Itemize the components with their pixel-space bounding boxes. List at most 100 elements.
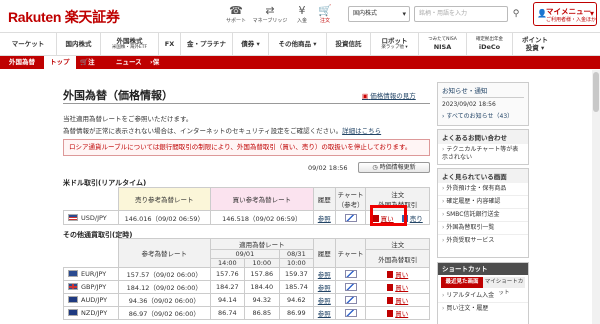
note-security: 為替情報が正常に表示されない場合は、インターネットのセキュリティ設定をご確認くだ…	[63, 127, 382, 135]
notice-all-link[interactable]: › すべてのお知らせ（43）	[438, 111, 528, 120]
order-label: 注文	[319, 18, 330, 24]
nav-item-market[interactable]: マーケット	[0, 33, 57, 55]
details-link[interactable]: 詳細はこちら	[342, 127, 381, 135]
mymenu-sub: ご利用者様・入金ほか	[546, 17, 597, 23]
chart-icon[interactable]	[344, 309, 357, 317]
applied-rate: 94.32	[243, 293, 280, 307]
nz-flag-icon	[68, 309, 78, 316]
pair-usdjpy: USD/JPY	[63, 210, 119, 225]
applied-rate: 94.62	[278, 293, 314, 307]
applied-rate: 86.99	[278, 306, 314, 320]
col-pair	[63, 238, 119, 268]
applied-rate: 86.85	[243, 306, 280, 320]
update-prices-button[interactable]: ◷ 時価情報更新	[358, 162, 430, 173]
table-row: GBP/JPY 184.12（09/02 06:00） 184.27 184.4…	[63, 280, 430, 294]
faq-item[interactable]: テクニカルチャート等が表示されない	[438, 144, 528, 164]
cart-icon: 🛒	[318, 4, 332, 17]
history-link[interactable]: 参照	[318, 271, 331, 279]
moneybridge-link[interactable]: ⇄ マネーブリッジ	[252, 4, 288, 24]
buy-button[interactable]: 買い	[387, 297, 408, 305]
search-input[interactable]: 銘柄・用語を入力	[414, 6, 508, 22]
buy-button-highlight	[370, 205, 407, 226]
nav-item-points[interactable]: ポイント 投資 ▾	[513, 33, 557, 55]
page-link[interactable]: 外貨預け金・保有商品	[438, 183, 528, 196]
nav-item-gold[interactable]: 金・プラチナ	[181, 33, 233, 55]
faq-box: よくあるお問い合わせ テクニカルチャート等が表示されない	[437, 129, 529, 165]
applied-rate: 184.27	[209, 280, 245, 294]
timestamp: 09/02 18:56	[308, 164, 348, 172]
buy-icon	[387, 310, 394, 317]
page-link[interactable]: 外国為替取引一覧	[438, 222, 528, 235]
page-scrollbar[interactable]	[592, 70, 600, 324]
shortcut-tabs: 最近見た画面 マイショートカット	[441, 277, 525, 296]
page-link[interactable]: SMBC信託銀行送金	[438, 209, 528, 222]
tab-recent[interactable]: 最近見た画面	[441, 277, 483, 288]
buy-button[interactable]: 買い	[387, 284, 408, 292]
nav-item-robo[interactable]: ロボット 楽ラップ他 ▾	[371, 33, 419, 55]
tab-holdings[interactable]: › 保有商品一覧	[150, 56, 159, 131]
tab-my-shortcut[interactable]: マイショートカット	[483, 277, 525, 296]
time-1400: 14:00	[209, 258, 245, 268]
history-link[interactable]: 参照	[318, 284, 331, 292]
ref-rate: 86.97（09/02 06:00）	[117, 306, 211, 320]
nav-item-funds[interactable]: 投資信託	[327, 33, 371, 55]
date-0831: 08/31	[278, 249, 314, 259]
tab-news[interactable]: ニュース	[116, 56, 142, 69]
col-sell-rate: 売り参考為替レート	[117, 187, 211, 211]
search-category-select[interactable]: 国内株式	[348, 6, 410, 22]
col-order: 注文	[365, 238, 430, 250]
col-pair	[63, 187, 119, 211]
nav-item-other[interactable]: その他商品 ▾	[269, 33, 327, 55]
nav-item-bonds[interactable]: 債券 ▾	[233, 33, 269, 55]
chart-icon[interactable]	[344, 213, 357, 222]
support-link[interactable]: ☎ サポート	[222, 4, 250, 24]
shortcut-box: ショートカット 最近見た画面 マイショートカット リアルタイム入金 買い注文・履…	[437, 262, 529, 324]
buy-button[interactable]: 買い	[387, 271, 408, 279]
page-title: 外国為替（価格情報）	[63, 89, 173, 102]
other-currency-table: 参考為替レート 適用為替レート 履歴 チャート 注文 09/01 08/31 外…	[63, 238, 430, 320]
ref-rate: 157.57（09/02 06:00）	[117, 267, 211, 281]
applied-rate: 94.14	[209, 293, 245, 307]
tab-order[interactable]: 🛒 注文	[80, 56, 95, 79]
headset-icon: ☎	[229, 4, 243, 17]
shortcut-item[interactable]: 買い注文・履歴	[438, 303, 528, 315]
buy-button[interactable]: 買い	[387, 310, 408, 318]
nav-item-nisa[interactable]: つみたてNISA NISA	[419, 33, 467, 55]
date-0901: 09/01	[209, 249, 280, 259]
nav-item-ideco[interactable]: 確定拠出年金 iDeCo	[467, 33, 513, 55]
col-ref-rate: 参考為替レート	[117, 238, 211, 268]
page-link[interactable]: 外貨受取サービス	[438, 235, 528, 247]
chart-icon[interactable]	[344, 296, 357, 304]
notice-title[interactable]: お知らせ・通知	[438, 83, 528, 97]
col-history: 履歴	[312, 187, 336, 211]
table-row: AUD/JPY 94.36（09/02 06:00） 94.14 94.32 9…	[63, 293, 430, 307]
us-flag-icon	[68, 213, 78, 221]
history-link[interactable]: 参照	[318, 215, 331, 223]
search-icon[interactable]: ⚲	[508, 6, 524, 22]
col-applied-rate: 適用為替レート	[209, 238, 314, 250]
nav-item-foreign-stock[interactable]: 外国株式 米国株・海外ETF	[101, 33, 159, 55]
history-link[interactable]: 参照	[318, 297, 331, 305]
applied-rate: 159.37	[278, 267, 314, 281]
history-link[interactable]: 参照	[318, 310, 331, 318]
nav-item-domestic-stock[interactable]: 国内株式	[57, 33, 101, 55]
page-link[interactable]: 確定履歴・内容確認	[438, 196, 528, 209]
time-1000-b: 10:00	[278, 258, 314, 268]
table-row: NZD/JPY 86.97（09/02 06:00） 86.74 86.85 8…	[63, 306, 430, 320]
col-history: 履歴	[312, 238, 336, 268]
shortcut-item[interactable]: リアルタイム入金	[438, 290, 528, 303]
nav-item-fx[interactable]: FX	[159, 33, 181, 55]
gb-flag-icon	[68, 283, 78, 290]
applied-rate: 157.86	[243, 267, 280, 281]
tab-top[interactable]: トップ	[44, 56, 76, 69]
time-1000-a: 10:00	[243, 258, 280, 268]
mymenu-button[interactable]: 👤 マイメニュー ご利用者様・入金ほか ▾	[533, 2, 597, 26]
chart-icon[interactable]	[344, 283, 357, 291]
rakuten-logo[interactable]: Rakuten 楽天証券	[8, 7, 120, 27]
shortcut-title: ショートカット	[438, 263, 528, 275]
order-link[interactable]: 🛒 注文	[311, 4, 339, 24]
col-order-sub: 外国為替取引	[365, 249, 430, 268]
price-guide-link[interactable]: ▣ 価格情報の見方	[362, 90, 416, 100]
popular-pages-box: よく見られている画面 外貨預け金・保有商品 確定履歴・内容確認 SMBC信託銀行…	[437, 168, 529, 258]
chart-icon[interactable]	[344, 270, 357, 278]
